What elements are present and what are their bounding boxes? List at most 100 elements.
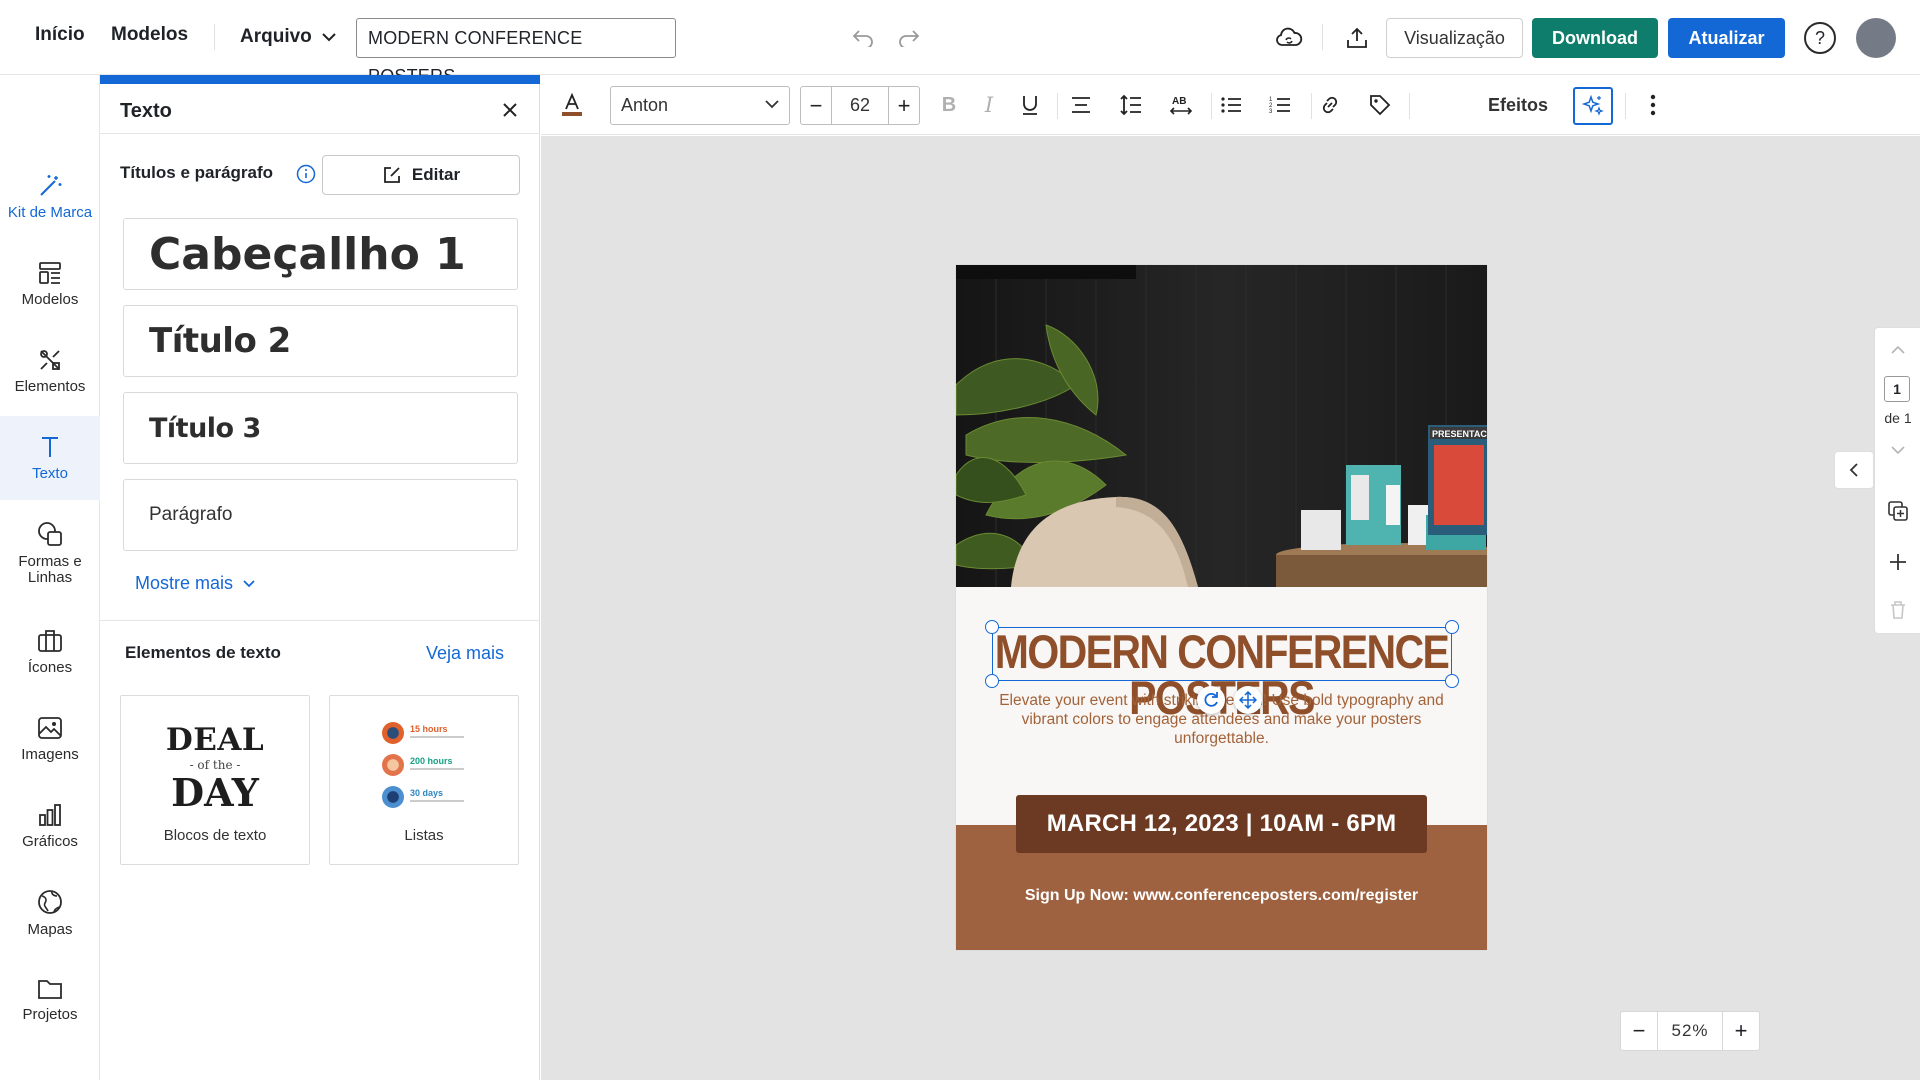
bullet-list-icon[interactable] [1217,91,1245,119]
italic-icon[interactable]: I [975,91,1003,119]
nav-modelos[interactable]: Modelos [111,24,188,46]
resize-handle[interactable] [985,620,999,634]
rail-label: Mapas [27,921,73,938]
divider [1625,93,1626,119]
underline-icon[interactable] [1016,91,1044,119]
image-icon [38,717,62,739]
current-page-number[interactable]: 1 [1884,376,1910,402]
paragraph-style[interactable]: Parágrafo [123,479,518,551]
zoom-in-button[interactable]: + [1723,1012,1759,1050]
decrease-size-button[interactable]: − [801,87,831,124]
show-more-label: Mostre mais [135,573,234,593]
resize-handle[interactable] [1445,674,1459,688]
font-size-stepper: − 62 + [800,86,920,125]
link-icon[interactable] [1316,91,1344,119]
upload-share-icon[interactable] [1341,22,1373,54]
close-icon[interactable] [500,100,520,120]
rail-label: Formas e Linhas [18,553,82,586]
download-button[interactable]: Download [1532,18,1658,58]
line-height-icon[interactable] [1117,91,1145,119]
trash-icon[interactable] [1889,600,1907,620]
office-photo-image: PRESENTACI [956,265,1487,587]
tile-caption: Listas [404,827,444,844]
zoom-level[interactable]: 52% [1657,1012,1723,1050]
text-blocks-tile[interactable]: DEAL - of the - DAY Blocos de texto [120,695,310,865]
format-toolbar: Anton − 62 + B I AB 123 Efeitos [541,75,1920,135]
divider [1322,24,1323,50]
collapse-panel-button[interactable] [1834,451,1874,489]
lists-tile[interactable]: 15 hours 200 hours 30 days Listas [329,695,519,865]
poster-photo[interactable]: PRESENTACI [956,265,1487,587]
rail-item-mapas[interactable]: Mapas [0,871,100,955]
heading-2-style[interactable]: Título 2 [123,305,518,377]
panel-accent-bar [100,75,540,84]
letter-spacing-icon[interactable]: AB [1167,91,1195,119]
rotate-icon[interactable] [1197,686,1225,714]
elements-icon [40,350,60,370]
chevron-down-icon[interactable] [1890,445,1906,455]
undo-icon[interactable] [847,22,879,54]
rail-item-brand-kit[interactable]: Kit de Marca [0,155,100,239]
tile-caption: Blocos de texto [163,827,267,844]
help-icon[interactable]: ? [1804,22,1836,54]
rail-item-icones[interactable]: Ícones [0,610,100,694]
list-item: 200 hours [382,754,464,776]
zoom-out-button[interactable]: − [1621,1012,1657,1050]
document-title-input[interactable]: MODERN CONFERENCE POSTERS [356,18,676,86]
update-button[interactable]: Atualizar [1668,18,1785,58]
rail-item-modelos[interactable]: Modelos [0,242,100,326]
rail-label: Projetos [22,1006,78,1023]
nav-inicio[interactable]: Início [35,24,85,46]
redo-icon[interactable] [893,22,925,54]
font-size-value[interactable]: 62 [831,87,889,124]
align-center-icon[interactable] [1067,91,1095,119]
numbered-list-icon[interactable]: 123 [1266,91,1294,119]
text-panel: Texto Títulos e parágrafo Editar Cabeçal… [100,75,540,1080]
add-page-icon[interactable] [1888,552,1908,572]
info-icon[interactable] [296,164,316,184]
rail-item-graficos[interactable]: Gráficos [0,784,100,868]
heading-1-style[interactable]: Cabeçallho 1 [123,218,518,290]
templates-icon [39,262,61,284]
list-item-text: 15 hours [410,724,448,734]
rail-item-projetos[interactable]: Projetos [0,958,100,1042]
effects-button[interactable]: Efeitos [1488,95,1548,116]
preview-button[interactable]: Visualização [1386,18,1523,58]
font-family-select[interactable]: Anton [610,86,790,125]
rail-item-texto[interactable]: Texto [0,416,100,500]
avatar[interactable] [1856,18,1896,58]
edit-icon [384,167,400,183]
divider [100,620,540,621]
show-more-link[interactable]: Mostre mais [135,573,255,594]
heading-3-style[interactable]: Título 3 [123,392,518,464]
briefcase-icon [38,630,62,652]
resize-handle[interactable] [985,674,999,688]
poster-page[interactable]: PRESENTACI MODERN CONFERENCE POSTERS Ele… [956,265,1487,950]
poster-date-box[interactable]: MARCH 12, 2023 | 10AM - 6PM [1016,795,1427,853]
divider [1211,93,1212,119]
rail-item-imagens[interactable]: Imagens [0,697,100,781]
design-canvas[interactable]: PRESENTACI MODERN CONFERENCE POSTERS Ele… [541,136,1920,1080]
bold-icon[interactable]: B [935,91,963,119]
poster-signup-text[interactable]: Sign Up Now: www.conferenceposters.com/r… [956,887,1487,905]
chevron-left-icon [1849,463,1858,477]
arquivo-menu[interactable]: Arquivo [240,26,336,48]
top-bar: Início Modelos Arquivo MODERN CONFERENCE… [0,0,1920,86]
cloud-sync-icon[interactable] [1273,22,1305,54]
resize-handle[interactable] [1445,620,1459,634]
text-color-icon[interactable] [558,91,586,119]
see-more-link[interactable]: Veja mais [426,643,504,664]
edit-button[interactable]: Editar [322,155,520,195]
move-icon[interactable] [1234,686,1262,714]
tag-icon[interactable] [1366,91,1394,119]
chevron-up-icon[interactable] [1890,345,1906,355]
duplicate-page-icon[interactable] [1887,500,1909,522]
rail-label: Kit de Marca [7,204,93,221]
list-item-text: 200 hours [410,756,453,766]
rail-item-elementos[interactable]: Elementos [0,329,100,413]
arquivo-label: Arquivo [240,26,312,47]
ai-sparkle-button[interactable] [1573,87,1613,125]
increase-size-button[interactable]: + [889,87,919,124]
more-vertical-icon[interactable] [1639,91,1667,119]
rail-item-formas[interactable]: Formas e Linhas [0,505,100,601]
